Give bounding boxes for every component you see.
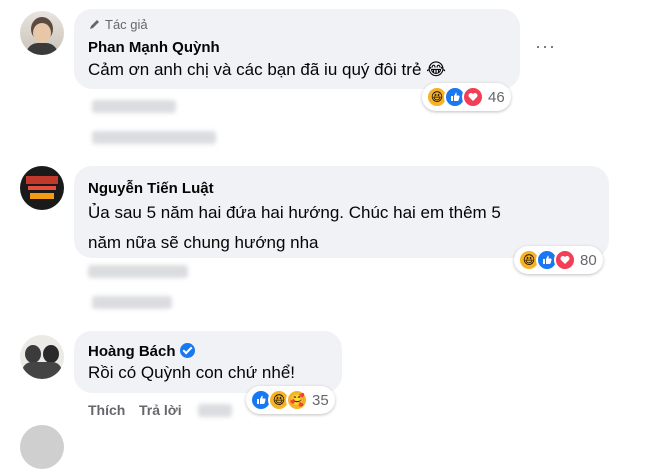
reaction-summary[interactable]: 😆 46 [422,83,511,111]
reaction-count: 35 [312,391,329,409]
commenter-name[interactable]: Nguyễn Tiến Luật [88,180,214,197]
avatar-nguyen-tien-luat[interactable] [20,166,64,210]
verified-badge-icon [179,343,195,358]
blurred-meta [88,265,188,278]
blurred-meta [198,404,232,417]
like-action[interactable]: Thích [88,402,125,418]
love-icon [462,86,484,108]
comment-text-line-1: Ủa sau 5 năm hai đứa hai hướng. Chúc hai… [88,203,501,222]
avatar-phan-manh-quynh[interactable] [20,11,64,55]
comment-text: Rồi có Quỳnh con chứ nhể! [88,363,295,382]
reply-action[interactable]: Trả lời [139,402,182,418]
reaction-count: 46 [488,88,505,106]
blurred-meta [92,296,172,309]
love-icon [554,249,576,271]
reaction-summary[interactable]: 😆 80 [514,246,603,274]
comment-text-line-2: năm nữa sẽ chung hướng nha [88,233,319,252]
reaction-summary[interactable]: 😆 🥰 35 [246,386,335,414]
commenter-name[interactable]: Phan Mạnh Quỳnh [88,39,220,56]
more-options-icon[interactable]: ··· [535,36,556,57]
blurred-meta [92,100,176,113]
avatar-partial[interactable] [20,425,64,469]
care-icon: 🥰 [286,389,308,411]
blurred-meta [92,131,216,144]
author-badge-label: Tác giả [105,17,148,32]
avatar-hoang-bach[interactable] [20,335,64,379]
pencil-icon [88,18,101,34]
author-badge: Tác giả [88,17,148,34]
reaction-count: 80 [580,251,597,269]
comment-text: Cảm ơn anh chị và các bạn đã iu quý đôi … [88,60,446,79]
